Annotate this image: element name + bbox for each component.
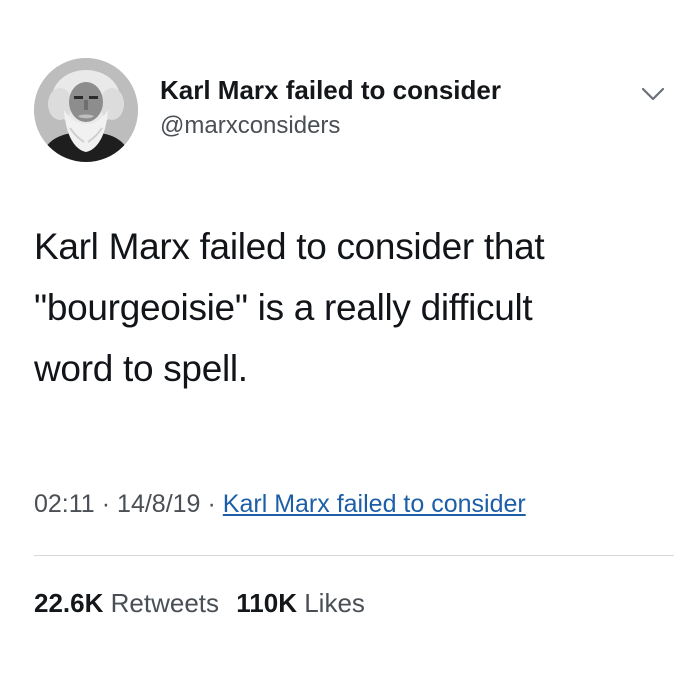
- author-names[interactable]: Karl Marx failed to consider @marxconsid…: [160, 75, 501, 141]
- tweet-text-line: Karl Marx failed to consider that: [34, 226, 545, 267]
- display-name[interactable]: Karl Marx failed to consider: [160, 75, 501, 105]
- retweets-count: 22.6K: [34, 588, 104, 618]
- likes-count: 110K: [236, 588, 297, 618]
- tweet-meta: 02:11 · 14/8/19 · Karl Marx failed to consid…: [34, 488, 526, 520]
- tweet-date[interactable]: 14/8/19: [117, 490, 200, 518]
- retweets-stat[interactable]: 22.6K Retweets: [34, 586, 219, 620]
- chevron-down-icon[interactable]: [640, 84, 666, 104]
- handle[interactable]: @marxconsiders: [160, 111, 501, 141]
- likes-stat[interactable]: 110K Likes: [236, 586, 365, 620]
- tweet-header: Karl Marx failed to consider @marxconsid…: [34, 58, 674, 164]
- avatar[interactable]: [34, 58, 138, 162]
- tweet-source-link[interactable]: Karl Marx failed to consider: [223, 490, 526, 518]
- tweet-stats: 22.6K Retweets 110K Likes: [34, 586, 375, 620]
- divider: [34, 555, 674, 556]
- tweet-text-line: word to spell.: [34, 348, 248, 389]
- tweet-card: Karl Marx failed to consider @marxconsid…: [0, 0, 700, 700]
- retweets-label: Retweets: [110, 588, 220, 618]
- tweet-text-line: "bourgeoisie" is a really difficult: [34, 287, 533, 328]
- tweet-text: Karl Marx failed to consider that "bourg…: [34, 216, 664, 399]
- tweet-time[interactable]: 02:11: [34, 490, 95, 518]
- likes-label: Likes: [304, 588, 365, 618]
- meta-separator: ·: [101, 490, 111, 518]
- bearded-man-portrait-icon: [34, 58, 138, 162]
- meta-separator: ·: [207, 490, 216, 518]
